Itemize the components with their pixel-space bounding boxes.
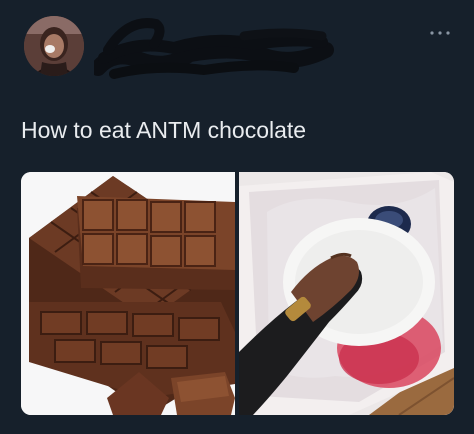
tweet-card: How to eat ANTM chocolate [0,0,474,434]
more-horizontal-icon[interactable] [428,28,452,38]
chocolate-bar-icon [21,172,235,415]
profile-photo-icon [24,16,84,76]
chocolate-bar-image[interactable] [21,172,235,415]
tweet-media[interactable] [21,172,454,415]
hand-holding-plate-image[interactable] [239,172,454,415]
tweet-text: How to eat ANTM chocolate [21,117,307,143]
scribbled-username [94,18,334,79]
hand-with-plate-icon [239,172,454,415]
avatar[interactable] [24,16,84,76]
